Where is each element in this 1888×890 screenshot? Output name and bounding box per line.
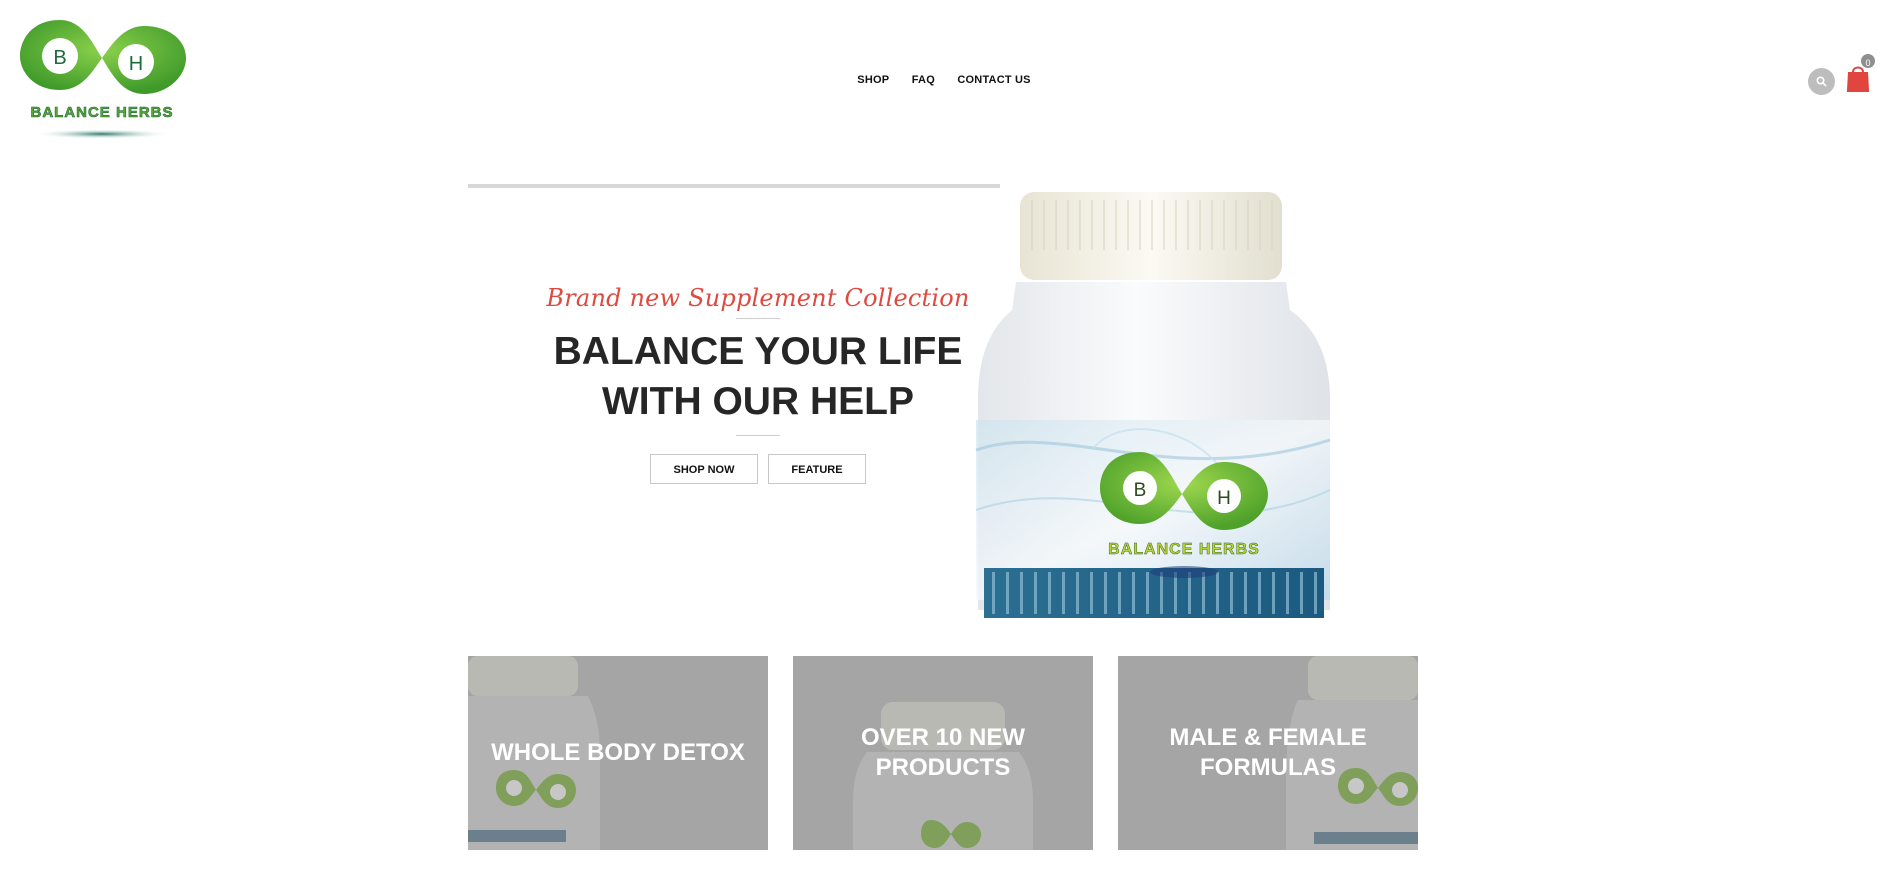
svg-text:H: H [1217, 488, 1231, 509]
nav-shop[interactable]: SHOP [857, 74, 889, 86]
search-button[interactable] [1808, 68, 1835, 95]
tile-label: OVER 10 NEW PRODUCTS [860, 724, 1026, 781]
feature-tiles: WHOLE BODY DETOX OVER 10 NEW PRODUCTS MA… [468, 656, 1418, 850]
tile-male-female-formulas[interactable]: MALE & FEMALE FORMULAS [1118, 656, 1418, 850]
headline-line-2: WITH OUR HELP [602, 380, 914, 423]
svg-text:B: B [53, 47, 66, 69]
hero-copy: Brand new Supplement Collection BALANCE … [500, 284, 1016, 484]
main-nav: SHOP FAQ CONTACT US [0, 70, 1888, 88]
tagline-rule [736, 318, 780, 319]
cart-count-badge: 0 [1859, 52, 1877, 70]
shop-now-button[interactable]: SHOP NOW [650, 454, 758, 484]
feature-button[interactable]: FEATURE [768, 454, 866, 484]
tile-label: WHOLE BODY DETOX [491, 739, 745, 766]
hero-divider [468, 184, 1000, 188]
headline-rule [736, 435, 780, 436]
jar-logo-wordmark: BALANCE HERBS [1108, 541, 1260, 558]
tile-label: MALE & FEMALE FORMULAS [1169, 724, 1367, 781]
tile-over-10-new-products[interactable]: OVER 10 NEW PRODUCTS [793, 656, 1093, 850]
hero-headline: BALANCE YOUR LIFE WITH OUR HELP [500, 327, 1016, 427]
tile-whole-body-detox[interactable]: WHOLE BODY DETOX [468, 656, 768, 850]
search-icon [1816, 76, 1827, 87]
hero-product-jar: B H BALANCE HERBS [972, 190, 1332, 628]
svg-text:B: B [1134, 480, 1147, 501]
nav-faq[interactable]: FAQ [912, 74, 935, 86]
hero-tagline: Brand new Supplement Collection [546, 284, 970, 312]
hero-buttons: SHOP NOW FEATURE [500, 454, 1016, 484]
headline-line-1: BALANCE YOUR LIFE [553, 330, 963, 373]
site-header: B H BALANCE HERBS SHOP FAQ CONTACT US 0 [0, 0, 1888, 150]
nav-contact-us[interactable]: CONTACT US [957, 74, 1030, 86]
svg-text:BALANCE HERBS: BALANCE HERBS [30, 104, 173, 121]
